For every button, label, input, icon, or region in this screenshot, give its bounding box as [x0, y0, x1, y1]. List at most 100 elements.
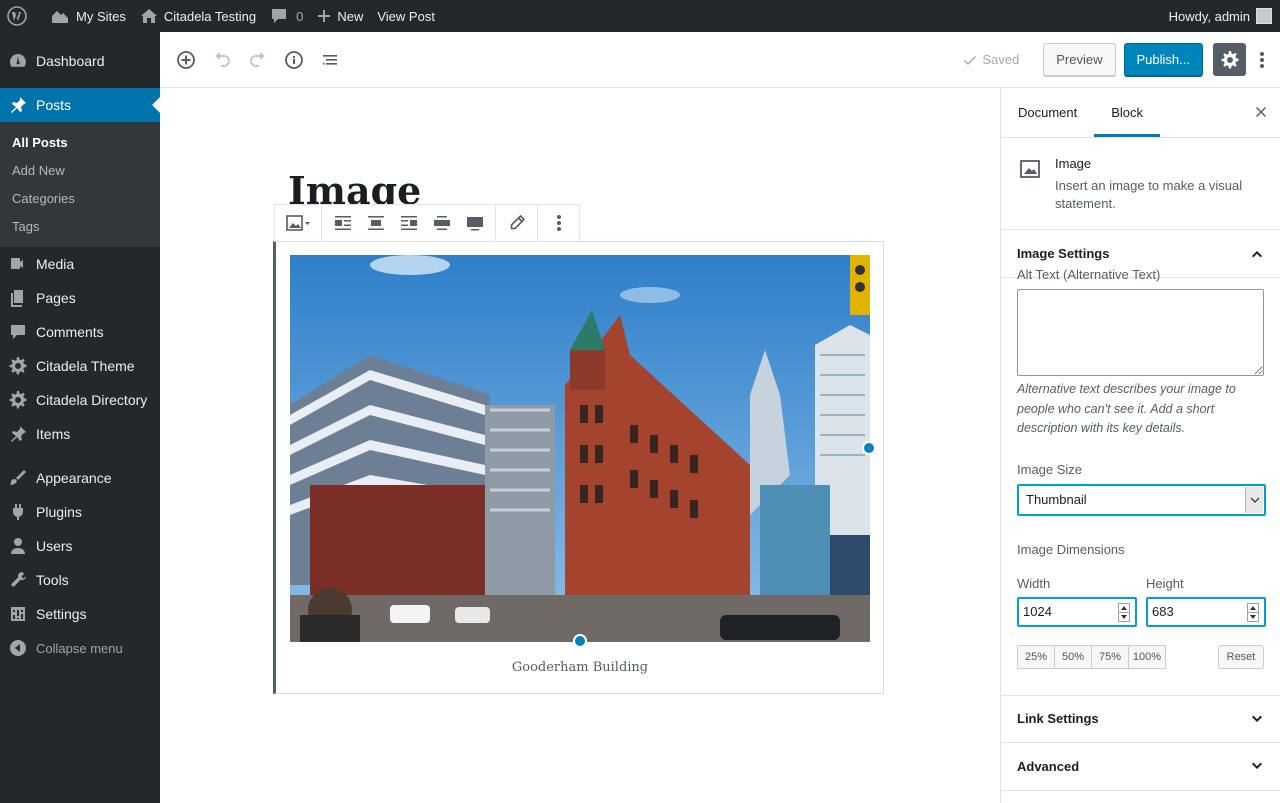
- size-75-button[interactable]: 75%: [1091, 644, 1129, 669]
- submenu-tags[interactable]: Tags: [0, 213, 160, 241]
- comments-count: 0: [296, 8, 304, 24]
- list-icon: [323, 54, 337, 65]
- settings-tabs: Document Block: [1001, 88, 1280, 138]
- image-settings-title: Image Settings: [1017, 246, 1110, 261]
- width-stepper[interactable]: [1118, 602, 1130, 622]
- new-content-link[interactable]: New: [310, 0, 370, 32]
- size-50-button[interactable]: 50%: [1054, 644, 1092, 669]
- sidebar-item-dashboard[interactable]: Dashboard: [0, 44, 160, 78]
- align-left-button[interactable]: [326, 205, 359, 241]
- submenu-categories[interactable]: Categories: [0, 185, 160, 213]
- more-tools-button[interactable]: [1250, 43, 1274, 76]
- tab-document[interactable]: Document: [1001, 88, 1094, 137]
- align-right-button[interactable]: [392, 205, 425, 241]
- wordpress-logo-icon: [7, 6, 27, 26]
- wide-width-button[interactable]: [425, 205, 458, 241]
- image-size-label: Image Size: [1017, 461, 1083, 477]
- resize-handle-bottom[interactable]: [573, 634, 587, 648]
- sidebar-item-label: Items: [36, 426, 71, 442]
- comment-icon: [11, 325, 25, 339]
- sidebar-item-plugins[interactable]: Plugins: [0, 495, 160, 529]
- block-card-title: Image: [1055, 156, 1092, 171]
- my-sites-link[interactable]: My Sites: [43, 0, 133, 32]
- submenu-add-new[interactable]: Add New: [0, 157, 160, 185]
- submenu-all-posts[interactable]: All Posts: [0, 129, 160, 157]
- tab-block[interactable]: Block: [1094, 88, 1161, 137]
- add-block-button[interactable]: [168, 42, 204, 78]
- sidebar-item-settings[interactable]: Settings: [0, 597, 160, 631]
- sidebar-item-label: Settings: [36, 606, 87, 622]
- width-label: Width: [1017, 575, 1051, 591]
- sidebar-item-comments[interactable]: Comments: [0, 315, 160, 349]
- preview-button[interactable]: Preview: [1043, 43, 1116, 76]
- advanced-toggle[interactable]: Advanced: [1001, 743, 1280, 791]
- reset-button[interactable]: Reset: [1218, 644, 1264, 669]
- sidebar-item-label: Users: [36, 538, 73, 554]
- content-info-button[interactable]: [276, 42, 312, 78]
- alt-text-label: Alt Text (Alternative Text): [1017, 267, 1161, 282]
- vertical-ellipsis-icon: [556, 215, 561, 231]
- image-size-select[interactable]: Thumbnail: [1017, 483, 1266, 516]
- add-circle-icon: [177, 50, 195, 69]
- site-name-label: Citadela Testing: [163, 8, 257, 24]
- size-100-button[interactable]: 100%: [1128, 644, 1166, 669]
- align-center-icon: [367, 216, 384, 230]
- account-menu[interactable]: Howdy, admin: [1162, 0, 1280, 32]
- settings-sidebar: Document Block Image Insert an image to …: [1000, 88, 1280, 803]
- publish-button[interactable]: Publish...: [1123, 43, 1203, 76]
- sidebar-item-citadela-directory[interactable]: Citadela Directory: [0, 383, 160, 417]
- image-block[interactable]: Gooderham Building: [273, 241, 884, 694]
- view-post-link[interactable]: View Post: [370, 0, 442, 32]
- link-settings-toggle[interactable]: Link Settings: [1001, 694, 1280, 743]
- block-more-options-button[interactable]: [542, 205, 575, 241]
- full-width-icon: [466, 217, 483, 231]
- sidebar-item-label: Plugins: [36, 504, 82, 520]
- sidebar-item-label: Tools: [36, 572, 69, 588]
- user-icon: [11, 538, 25, 554]
- close-settings-button[interactable]: [1254, 105, 1268, 119]
- edit-image-button[interactable]: [500, 205, 533, 241]
- saved-label: Saved: [982, 52, 1020, 67]
- home-icon: [140, 9, 157, 23]
- block-navigation-button[interactable]: [312, 42, 348, 78]
- sidebar-item-label: Pages: [36, 290, 76, 306]
- sidebar-item-pages[interactable]: Pages: [0, 281, 160, 315]
- sidebar-item-users[interactable]: Users: [0, 529, 160, 563]
- sidebar-item-items[interactable]: Items: [0, 417, 160, 451]
- collapse-label: Collapse menu: [36, 640, 123, 656]
- image-caption[interactable]: Gooderham Building: [276, 660, 884, 675]
- height-field[interactable]: 683: [1146, 596, 1266, 627]
- image-icon: [286, 215, 310, 231]
- change-block-type-button[interactable]: [279, 205, 317, 241]
- full-width-button[interactable]: [458, 205, 491, 241]
- plus-icon: [318, 10, 331, 22]
- city-photo: [290, 255, 870, 642]
- sidebar-item-tools[interactable]: Tools: [0, 563, 160, 597]
- sidebar-item-posts[interactable]: Posts: [0, 88, 160, 122]
- alt-text-field[interactable]: [1017, 289, 1264, 376]
- comments-link[interactable]: 0: [263, 0, 310, 32]
- resize-handle-right[interactable]: [862, 441, 876, 455]
- site-name-link[interactable]: Citadela Testing: [133, 0, 263, 32]
- settings-icon: [11, 607, 25, 621]
- block-image[interactable]: [290, 255, 870, 642]
- settings-toggle-button[interactable]: [1213, 43, 1246, 76]
- avatar: [1256, 8, 1272, 24]
- wrench-icon: [11, 571, 27, 587]
- redo-button[interactable]: [240, 42, 276, 78]
- info-icon: [285, 50, 303, 69]
- width-field[interactable]: 1024: [1017, 596, 1137, 627]
- align-center-button[interactable]: [359, 205, 392, 241]
- admin-bar: My Sites Citadela Testing 0 New View Pos…: [0, 0, 1280, 32]
- chevron-up-icon: [1252, 250, 1262, 257]
- height-stepper[interactable]: [1247, 602, 1259, 622]
- sidebar-item-citadela-theme[interactable]: Citadela Theme: [0, 349, 160, 383]
- sidebar-item-appearance[interactable]: Appearance: [0, 461, 160, 495]
- sidebar-item-label: Posts: [36, 97, 72, 113]
- size-25-button[interactable]: 25%: [1017, 644, 1055, 669]
- sidebar-item-media[interactable]: Media: [0, 247, 160, 281]
- undo-button[interactable]: [204, 42, 240, 78]
- image-size-value: Thumbnail: [1026, 492, 1087, 507]
- collapse-menu-button[interactable]: Collapse menu: [0, 631, 160, 665]
- wordpress-logo-button[interactable]: [0, 0, 43, 32]
